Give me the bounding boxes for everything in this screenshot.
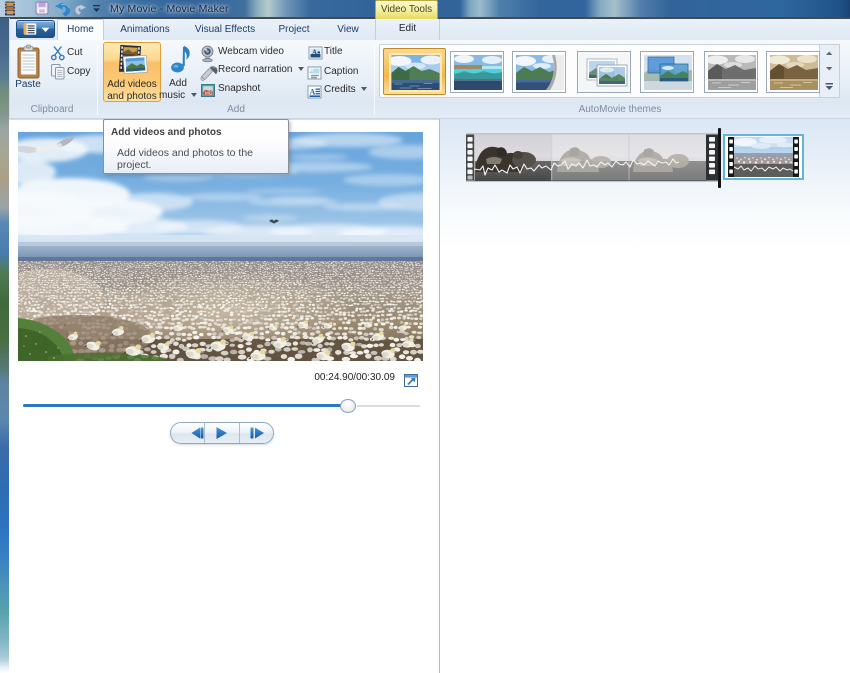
svg-text:A: A (310, 88, 316, 97)
svg-text:A: A (312, 49, 317, 57)
svg-text:MG: MG (205, 91, 213, 96)
